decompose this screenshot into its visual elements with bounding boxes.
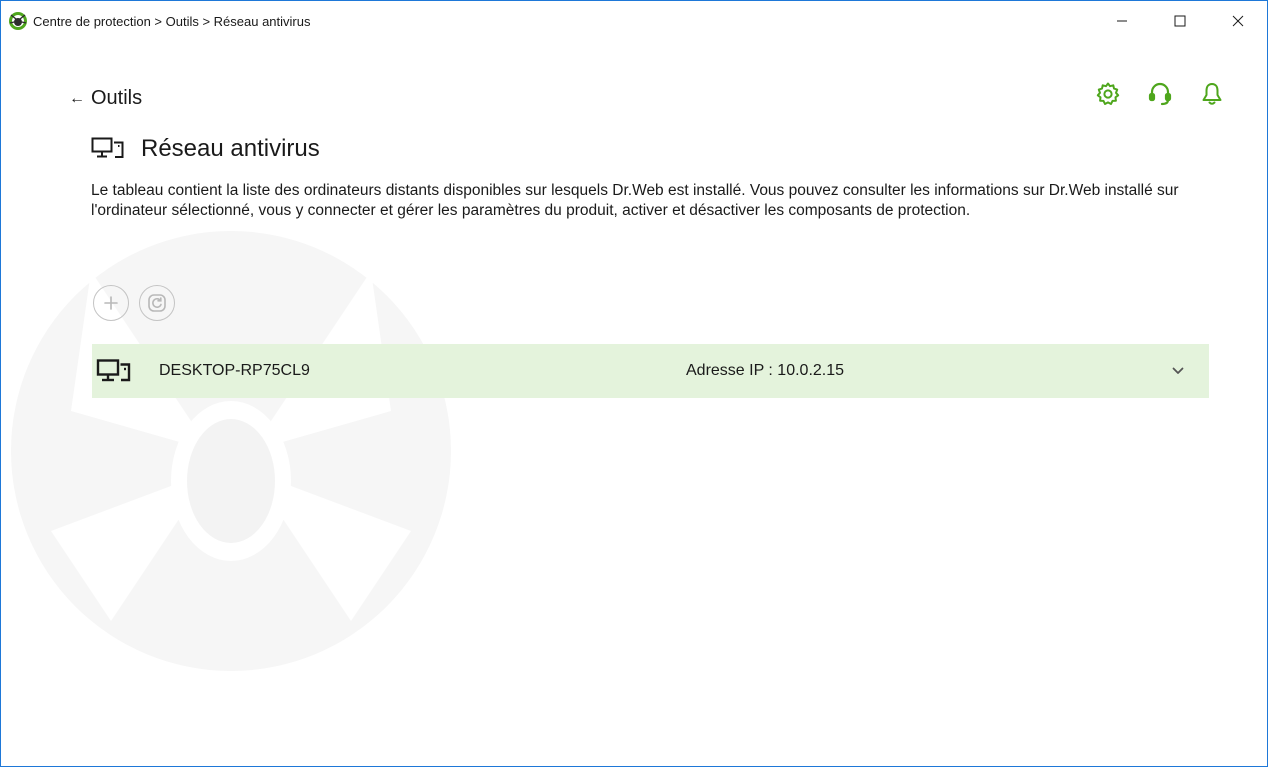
computer-ip-address: Adresse IP : 10.0.2.15 [686, 362, 845, 379]
maximize-icon [1174, 15, 1186, 27]
maximize-button[interactable] [1151, 1, 1209, 41]
action-toolbar [93, 285, 175, 321]
back-to-tools-link[interactable]: ← Outils [69, 87, 142, 110]
minimize-button[interactable] [1093, 1, 1151, 41]
computer-name: DESKTOP-RP75CL9 [159, 362, 310, 379]
add-icon [104, 296, 118, 310]
notifications-bell-icon [1202, 83, 1222, 105]
close-button[interactable] [1209, 1, 1267, 41]
title-bar: Centre de protection > Outils > Réseau a… [1, 1, 1267, 41]
add-computer-button[interactable] [93, 285, 129, 321]
support-headset-icon [1148, 82, 1172, 106]
refresh-icon [148, 294, 166, 312]
header-icon-bar [1093, 79, 1227, 109]
chevron-down-icon[interactable] [1171, 364, 1185, 378]
window-controls [1093, 1, 1267, 41]
settings-gear-icon [1096, 82, 1120, 105]
settings-button[interactable] [1093, 79, 1123, 109]
page-heading: Réseau antivirus [91, 135, 320, 163]
computer-row[interactable]: DESKTOP-RP75CL9 Adresse IP : 10.0.2.15 [92, 344, 1209, 398]
close-icon [1232, 15, 1244, 27]
page-title: Réseau antivirus [141, 135, 320, 162]
computer-icon [96, 358, 132, 389]
page-description: Le tableau contient la liste des ordinat… [91, 182, 1179, 219]
background-watermark [11, 231, 451, 671]
refresh-button[interactable] [139, 285, 175, 321]
notifications-button[interactable] [1197, 79, 1227, 109]
minimize-icon [1117, 20, 1127, 22]
back-arrow-icon: ← [69, 89, 85, 107]
computer-network-icon [91, 137, 124, 158]
window-title: Centre de protection > Outils > Réseau a… [33, 13, 311, 29]
app-window: Centre de protection > Outils > Réseau a… [0, 0, 1268, 767]
drweb-logo-icon [7, 10, 29, 32]
support-button[interactable] [1145, 79, 1175, 109]
back-link-label: Outils [91, 87, 143, 109]
